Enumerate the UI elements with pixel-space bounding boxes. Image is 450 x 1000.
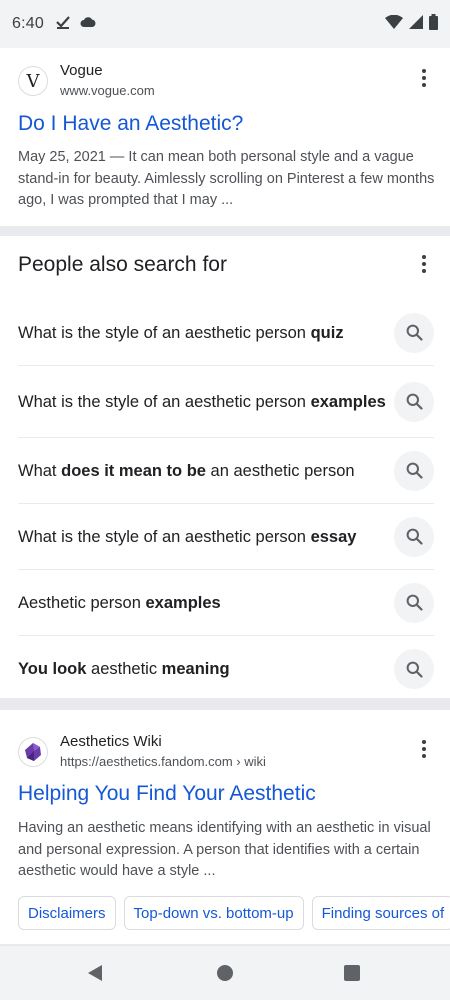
- pasf-plain-text: What is the style of an aesthetic person: [18, 323, 311, 342]
- pasf-bold-text: quiz: [310, 323, 344, 342]
- check-icon: [56, 15, 70, 34]
- pasf-item-text: You look aesthetic meaning: [18, 658, 394, 680]
- pasf-plain-text: What is the style of an aesthetic person: [18, 392, 311, 411]
- pasf-plain-text: an aesthetic person: [205, 461, 355, 480]
- pasf-item[interactable]: What is the style of an aesthetic person…: [18, 366, 434, 438]
- pasf-item[interactable]: You look aesthetic meaning: [18, 636, 434, 702]
- result-snippet: Having an aesthetic means identifying wi…: [18, 820, 431, 879]
- chip-disclaimers[interactable]: Disclaimers: [18, 896, 116, 930]
- sitelink-chips: Disclaimers Top-down vs. bottom-up Findi…: [18, 896, 450, 930]
- pasf-bold-text: examples: [145, 593, 221, 612]
- pasf-item[interactable]: What does it mean to be an aesthetic per…: [18, 438, 434, 504]
- search-icon[interactable]: [394, 312, 434, 353]
- pasf-item-text: What is the style of an aesthetic person…: [18, 391, 394, 413]
- wifi-icon: [385, 14, 403, 34]
- pasf-bold-text: examples: [310, 392, 386, 411]
- site-name: Vogue: [60, 62, 103, 79]
- pasf-item-text: What does it mean to be an aesthetic per…: [18, 460, 394, 482]
- chip-finding-sources[interactable]: Finding sources of: [311, 896, 450, 930]
- pasf-plain-text: What: [18, 461, 62, 480]
- search-result-vogue: V Vogue www.vogue.com Do I Have an Aesth…: [0, 48, 450, 226]
- search-icon[interactable]: [394, 381, 434, 422]
- pasf-plain-text: What is the style of an aesthetic person: [18, 527, 311, 546]
- site-name: Aesthetics Wiki: [60, 733, 162, 750]
- battery-icon: [429, 13, 438, 35]
- recents-icon[interactable]: [344, 965, 360, 981]
- site-url: https://aesthetics.fandom.com › wiki: [60, 754, 266, 769]
- pasf-heading: People also search for: [18, 253, 227, 276]
- pasf-item-text: What is the style of an aesthetic person…: [18, 526, 394, 548]
- status-bar: 6:40: [0, 0, 450, 48]
- pasf-item[interactable]: Aesthetic person examples: [18, 570, 434, 636]
- result-snippet: May 25, 2021 — It can mean both personal…: [18, 149, 435, 208]
- pasf-plain-text: aesthetic: [86, 660, 162, 678]
- pasf-bold-text: You look: [18, 660, 87, 678]
- chip-top-down[interactable]: Top-down vs. bottom-up: [123, 896, 304, 930]
- back-icon[interactable]: [86, 964, 104, 987]
- people-also-search-card: People also search for What is the style…: [0, 236, 450, 698]
- site-info[interactable]: Aesthetics Wiki https://aesthetics.fando…: [18, 733, 266, 771]
- site-info[interactable]: V Vogue www.vogue.com: [18, 62, 155, 100]
- aesthetics-wiki-favicon: [18, 737, 48, 767]
- result-title-link[interactable]: Do I Have an Aesthetic?: [18, 111, 243, 137]
- pasf-bold-text: essay: [310, 527, 357, 546]
- pasf-item-text: Aesthetic person examples: [18, 592, 394, 614]
- pasf-list: What is the style of an aesthetic person…: [18, 300, 434, 702]
- pasf-plain-text: Aesthetic person: [18, 593, 146, 612]
- search-icon[interactable]: [394, 582, 434, 623]
- more-options-icon[interactable]: [412, 66, 436, 90]
- result-title-link[interactable]: Helping You Find Your Aesthetic: [18, 781, 316, 807]
- vogue-favicon: V: [18, 66, 48, 96]
- more-options-icon[interactable]: [412, 252, 436, 276]
- pasf-item[interactable]: What is the style of an aesthetic person…: [18, 300, 434, 366]
- status-time: 6:40: [12, 15, 44, 32]
- more-options-icon[interactable]: [412, 737, 436, 761]
- cell-signal-icon: [409, 14, 423, 34]
- home-icon[interactable]: [217, 965, 233, 981]
- pasf-item-text: What is the style of an aesthetic person…: [18, 322, 394, 344]
- site-url: www.vogue.com: [60, 83, 155, 98]
- search-icon[interactable]: [394, 649, 434, 689]
- search-result-aesthetics-wiki: Aesthetics Wiki https://aesthetics.fando…: [0, 710, 450, 944]
- search-icon[interactable]: [394, 450, 434, 491]
- pasf-item[interactable]: What is the style of an aesthetic person…: [18, 504, 434, 570]
- pasf-bold-text: does it mean to be: [61, 461, 206, 480]
- nav-bar: [0, 946, 450, 1000]
- pasf-bold-text: meaning: [161, 660, 230, 678]
- cloud-icon: [80, 15, 96, 33]
- search-icon[interactable]: [394, 516, 434, 557]
